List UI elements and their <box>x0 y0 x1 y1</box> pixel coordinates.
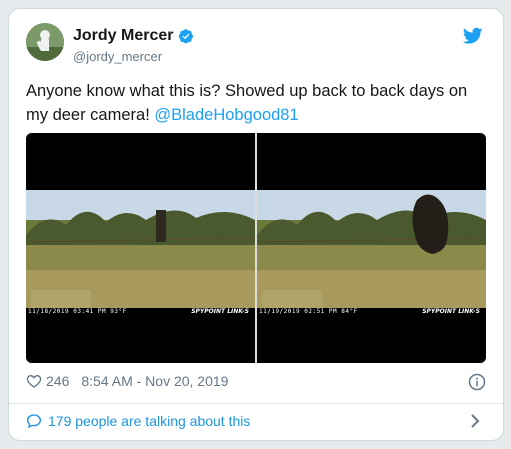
avatar[interactable] <box>26 23 64 61</box>
tweet-meta-row: 246 8:54 AM - Nov 20, 2019 <box>26 373 228 389</box>
heart-icon[interactable] <box>26 373 42 389</box>
tweet-media[interactable]: 11/18/2019 03:41 PM 93°F SPYPOINT LINK-S… <box>26 133 486 363</box>
tweet-text: Anyone know what this is? Showed up back… <box>26 79 491 127</box>
photo-timestamp: 11/19/2019 02:51 PM 84°F <box>259 308 358 315</box>
trail-cam-photo-right[interactable]: 11/19/2019 02:51 PM 84°F SPYPOINT LINK-S <box>257 133 486 363</box>
tweet-timestamp[interactable]: 8:54 AM - Nov 20, 2019 <box>81 373 228 389</box>
author-handle[interactable]: @jordy_mercer <box>73 49 162 64</box>
like-count[interactable]: 246 <box>46 373 69 389</box>
conversation-label[interactable]: 179 people are talking about this <box>48 413 250 429</box>
twitter-bird-icon[interactable] <box>463 27 483 45</box>
photo-timestamp: 11/18/2019 03:41 PM 93°F <box>28 308 127 315</box>
info-icon[interactable] <box>468 373 486 391</box>
tweet-card: Jordy Mercer @jordy_mercer Anyone know w… <box>8 8 504 441</box>
chevron-right-icon[interactable] <box>469 413 481 429</box>
camera-brand-watermark: SPYPOINT LINK-S <box>191 308 249 315</box>
camera-brand-watermark: SPYPOINT LINK-S <box>422 308 480 315</box>
conversation-link[interactable]: 179 people are talking about this <box>26 413 250 429</box>
mention-link[interactable]: @BladeHobgood81 <box>154 106 298 124</box>
speech-bubble-icon <box>26 414 42 429</box>
verified-badge-icon <box>178 29 193 44</box>
author-name-row[interactable]: Jordy Mercer <box>73 27 194 45</box>
separator <box>9 403 503 404</box>
trail-cam-photo-left[interactable]: 11/18/2019 03:41 PM 93°F SPYPOINT LINK-S <box>26 133 255 363</box>
author-display-name[interactable]: Jordy Mercer <box>73 27 174 45</box>
